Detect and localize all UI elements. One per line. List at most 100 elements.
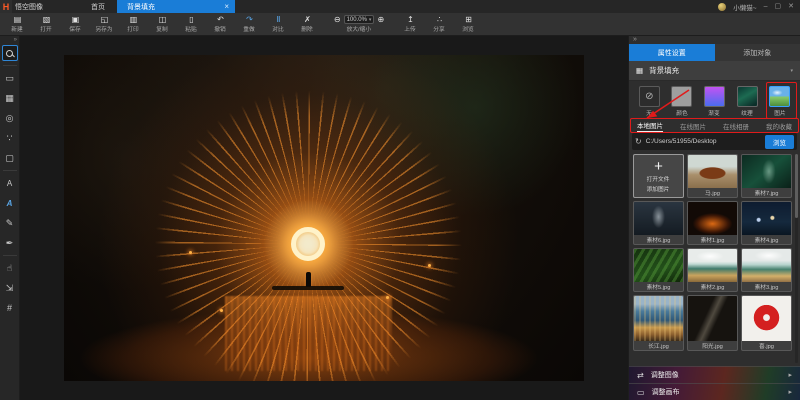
thumbnail-tile[interactable]: 素材5.jpg <box>633 248 684 292</box>
thumbnail-name: 阳光.jpg <box>689 341 736 350</box>
minimize-button[interactable]: – <box>764 0 768 13</box>
expand-rail-icon[interactable]: » <box>14 37 19 43</box>
redo-button[interactable]: ↷ 重做 <box>236 15 263 33</box>
tool-marquee-select[interactable]: ▭ <box>2 70 18 86</box>
share-button[interactable]: ∴ 分享 <box>426 15 453 33</box>
tab-background-fill[interactable]: 背景填充 × <box>117 0 235 13</box>
user-avatar[interactable] <box>718 3 726 11</box>
browse-folder-button[interactable]: 浏览 <box>765 135 794 149</box>
thumbnail-tile[interactable]: 素材7.jpg <box>741 154 792 198</box>
hand-icon: ☝ <box>7 263 12 274</box>
fill-option-image[interactable]: 图片 <box>765 86 795 117</box>
adjust-canvas-icon: ▭ <box>637 388 645 397</box>
tab-online-images[interactable]: 在线图片 <box>680 121 706 131</box>
tool-brush[interactable]: ✒ <box>2 235 18 251</box>
tab-background-fill-label: 背景填充 <box>127 2 155 12</box>
thumbnail-tile[interactable]: 素材1.jpg <box>687 201 738 245</box>
tool-hand[interactable]: ☝ <box>2 260 18 276</box>
canvas-area[interactable] <box>20 36 628 400</box>
water-reflection <box>225 296 391 371</box>
tool-circle-select[interactable]: ◎ <box>2 110 18 126</box>
add-image-tile[interactable]: + 打开文件 添加图片 <box>633 154 684 198</box>
copy-button[interactable]: ◫ 复制 <box>149 15 176 33</box>
tool-text[interactable]: A <box>2 175 18 191</box>
scrollbar-thumb[interactable] <box>795 154 798 218</box>
close-button[interactable]: ✕ <box>788 0 794 13</box>
open-folder-icon: ▧ <box>43 15 51 24</box>
save-button[interactable]: ▣ 保存 <box>62 15 89 33</box>
adjust-image-icon: ⇄ <box>637 371 644 380</box>
folder-path[interactable]: C:/Users/51955/Desktop <box>646 138 761 145</box>
paste-button[interactable]: ▯ 粘贴 <box>178 15 205 33</box>
color-swatch <box>671 86 692 107</box>
divider <box>3 170 17 171</box>
thumbnail-tile[interactable]: 素材6.jpg <box>633 201 684 245</box>
tool-nodes[interactable]: ∵ <box>2 130 18 146</box>
thumbnail-tile[interactable]: 素材3.jpg <box>741 248 792 292</box>
zoom-level-select[interactable]: 100.0% ▾ <box>344 15 375 24</box>
print-label: 打印 <box>128 24 139 33</box>
zoom-in-icon[interactable]: ⊕ <box>377 15 384 24</box>
fill-option-gradient[interactable]: 渐变 <box>699 86 729 117</box>
section-adjust-image[interactable]: ⇄ 调整图像 ▸ <box>629 366 800 383</box>
undo-button[interactable]: ↶ 撤销 <box>207 15 234 33</box>
browse-button[interactable]: ⊞ 浏览 <box>455 15 482 33</box>
section-header-background-fill[interactable]: ▦ 背景填充 ▾ <box>629 61 800 81</box>
tab-properties[interactable]: 属性设置 <box>629 44 715 61</box>
undo-label: 撤销 <box>215 24 226 33</box>
nodes-icon: ∵ <box>7 133 13 144</box>
tool-wordart[interactable]: A <box>2 195 18 211</box>
thumbnail-image <box>634 202 683 235</box>
tool-crop[interactable]: # <box>2 300 18 316</box>
thumbnail-name: 长江.jpg <box>635 341 682 350</box>
print-button[interactable]: ▥ 打印 <box>120 15 147 33</box>
brush-icon: ✒ <box>6 238 14 249</box>
tab-online-album[interactable]: 在线相册 <box>723 121 749 131</box>
person-silhouette <box>306 272 311 287</box>
tool-resize[interactable]: ⇲ <box>2 280 18 296</box>
tool-image[interactable]: ▦ <box>2 90 18 106</box>
fill-option-none[interactable]: ⊘ 无 <box>634 86 664 117</box>
scrollbar[interactable] <box>795 154 798 363</box>
open-button[interactable]: ▧ 打开 <box>33 15 60 33</box>
compare-button[interactable]: Ⅱ 对比 <box>265 15 292 33</box>
upload-button[interactable]: ↥ 上传 <box>397 15 424 33</box>
crop-icon: # <box>7 303 12 313</box>
close-tab-icon[interactable]: × <box>224 2 229 11</box>
tab-my-favorites[interactable]: 我的收藏 <box>766 121 792 131</box>
tool-zoom[interactable] <box>2 45 18 61</box>
circle-select-icon: ◎ <box>6 113 14 124</box>
thumbnail-image <box>688 296 737 341</box>
thumbnail-tile[interactable]: 阳光.jpg <box>687 295 738 351</box>
upload-label: 上传 <box>405 24 416 33</box>
canvas-photo[interactable] <box>64 55 584 381</box>
refresh-icon[interactable]: ↻ <box>635 137 642 146</box>
print-icon: ▥ <box>130 15 138 24</box>
tool-shape[interactable]: ▢ <box>2 150 18 166</box>
user-name[interactable]: 小懒猫~ <box>733 2 756 12</box>
thumbnail-tile[interactable]: 素材4.jpg <box>741 201 792 245</box>
tool-pen[interactable]: ✎ <box>2 215 18 231</box>
section-adjust-canvas[interactable]: ▭ 调整画布 ▸ <box>629 383 800 400</box>
thumbnail-tile[interactable]: 喜.jpg <box>741 295 792 351</box>
delete-button[interactable]: ✗ 删除 <box>294 15 321 33</box>
browse-label: 浏览 <box>463 24 474 33</box>
tab-local-images[interactable]: 本地图片 <box>637 120 663 132</box>
collapse-panel-icon[interactable]: » <box>629 36 800 44</box>
fill-option-texture[interactable]: 纹理 <box>732 86 762 117</box>
zoom-out-icon[interactable]: ⊖ <box>334 15 341 24</box>
thumbnail-image <box>688 155 737 188</box>
save-as-label: 另存为 <box>96 24 113 33</box>
maximize-button[interactable]: ▢ <box>775 0 782 13</box>
divider <box>3 65 17 66</box>
thumbnail-grid: + 打开文件 添加图片 马.jpg 素材7.jpg 素材6.jpg <box>629 151 800 366</box>
new-button[interactable]: ▤ 新建 <box>4 15 31 33</box>
thumbnail-tile[interactable]: 素材2.jpg <box>687 248 738 292</box>
tab-add-object[interactable]: 添加对象 <box>715 44 800 61</box>
save-as-button[interactable]: ◱ 另存为 <box>91 15 118 33</box>
spark-dot <box>428 264 431 267</box>
thumbnail-tile[interactable]: 马.jpg <box>687 154 738 198</box>
tab-home[interactable]: 首页 <box>79 0 117 13</box>
thumbnail-tile[interactable]: 长江.jpg <box>633 295 684 351</box>
fill-option-color[interactable]: 颜色 <box>667 86 697 117</box>
